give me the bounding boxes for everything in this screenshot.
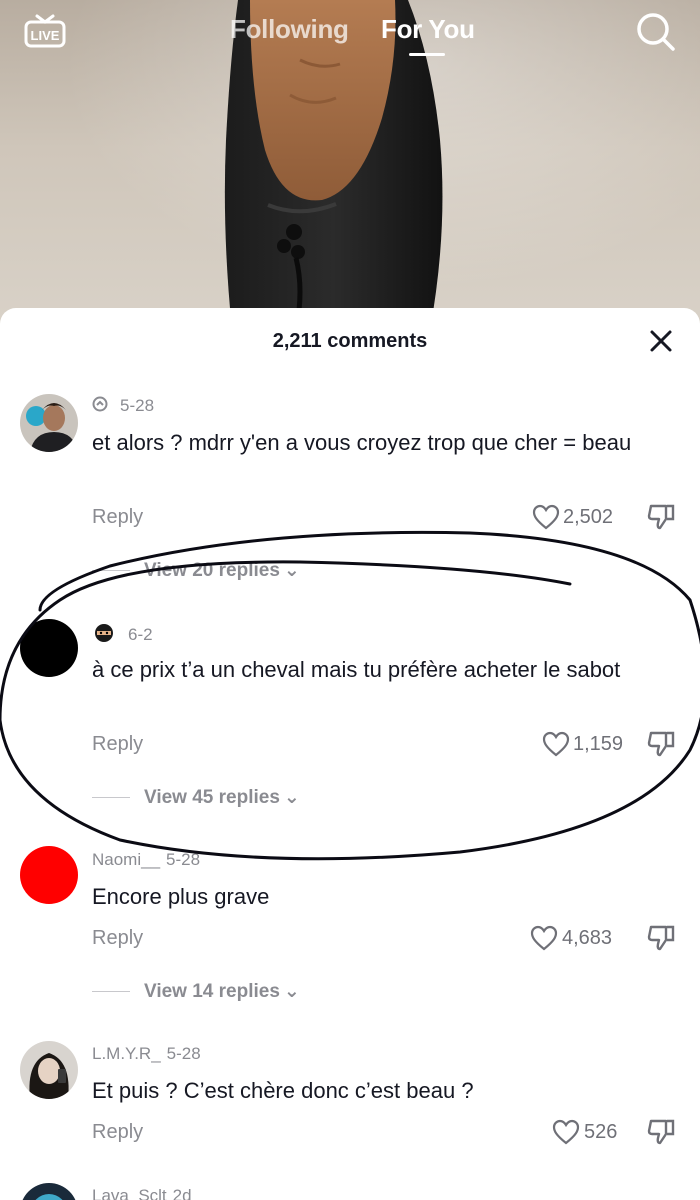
comment-meta: Naomi__ 5-28 (92, 850, 200, 870)
divider (92, 570, 130, 572)
avatar[interactable] (20, 846, 78, 904)
comment-date: 2d (172, 1186, 192, 1200)
view-replies-button[interactable]: View 45 replies ⌄ (92, 786, 300, 809)
view-replies-label: View 45 replies (144, 787, 280, 808)
reply-button[interactable]: Reply (92, 506, 143, 529)
avatar[interactable] (20, 1041, 78, 1099)
dislike-icon[interactable] (646, 1117, 676, 1147)
comment-meta: Lava_Sclt 2d (92, 1186, 192, 1200)
reply-button[interactable]: Reply (92, 927, 143, 950)
close-icon[interactable] (648, 328, 674, 354)
active-tab-indicator (409, 53, 445, 56)
avatar[interactable] (20, 619, 78, 677)
like-count: 1,159 (573, 733, 624, 755)
avatar-photo (20, 1041, 78, 1099)
like-count: 2,502 (563, 506, 614, 528)
comment-date: 5-28 (120, 396, 155, 415)
top-navigation: LIVE Following For You (0, 0, 700, 70)
like-count: 4,683 (562, 927, 613, 949)
comments-count-title: 2,211 comments (272, 330, 428, 352)
comment-username[interactable]: Naomi__ (92, 850, 160, 869)
like-count: 526 (584, 1121, 618, 1143)
comment-text: Et puis ? C’est chère donc c’est beau ? (92, 1078, 474, 1103)
view-replies-label: View 14 replies (144, 981, 280, 1002)
svg-text:LIVE: LIVE (31, 28, 60, 43)
view-replies-button[interactable]: View 14 replies ⌄ (92, 980, 300, 1003)
comment-username[interactable]: L.M.Y.R_ (92, 1044, 161, 1063)
heart-icon[interactable] (530, 925, 558, 951)
heart-icon[interactable] (552, 1119, 580, 1145)
chevron-down-icon: ⌄ (283, 560, 300, 581)
video-player[interactable]: LIVE Following For You (0, 0, 700, 330)
search-icon[interactable] (634, 10, 676, 52)
reply-button[interactable]: Reply (92, 733, 143, 756)
divider (92, 991, 130, 993)
comments-sheet: 2,211 comments 5-28 et alors ? mdrr y'en… (0, 308, 700, 1200)
chevron-down-icon: ⌄ (283, 981, 300, 1002)
comment-meta: L.M.Y.R_ 5-28 (92, 1044, 201, 1064)
avatar-photo (20, 394, 78, 452)
comment-meta: 6-2 (92, 622, 153, 649)
ninja-emoji (92, 622, 116, 649)
view-replies-label: View 20 replies (144, 560, 280, 581)
avatar[interactable] (20, 1183, 78, 1200)
dislike-icon[interactable] (646, 923, 676, 953)
tab-for-you[interactable]: For You (381, 14, 475, 45)
avatar[interactable] (20, 394, 78, 452)
comment-date: 5-28 (166, 850, 201, 869)
divider (92, 797, 130, 799)
reply-button[interactable]: Reply (92, 1121, 143, 1144)
tab-following[interactable]: Following (230, 14, 349, 45)
chevron-down-icon: ⌄ (283, 787, 300, 808)
heart-icon[interactable] (532, 504, 560, 530)
view-replies-button[interactable]: View 20 replies ⌄ (92, 559, 300, 582)
comment-meta: 5-28 (92, 396, 154, 417)
badge-icon (92, 396, 108, 417)
comment-text: à ce prix t’a un cheval mais tu préfère … (92, 657, 621, 682)
comment-text: et alors ? mdrr y'en a vous croyez trop … (92, 430, 632, 455)
heart-icon[interactable] (542, 731, 570, 757)
live-icon[interactable]: LIVE (24, 14, 66, 48)
avatar-photo (20, 1183, 78, 1200)
comment-text: Encore plus grave (92, 884, 270, 909)
dislike-icon[interactable] (646, 502, 676, 532)
dislike-icon[interactable] (646, 729, 676, 759)
comment-date: 6-2 (128, 624, 153, 644)
comment-date: 5-28 (166, 1044, 201, 1063)
comment-username[interactable]: Lava_Sclt (92, 1186, 167, 1200)
